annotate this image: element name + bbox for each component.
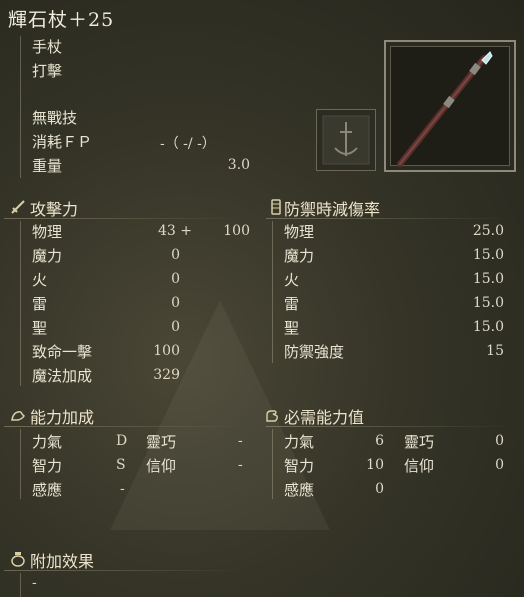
attack-label-physical: 物理 <box>32 223 63 241</box>
fp-cost-value: -（ -/ -） <box>160 136 216 152</box>
attack-label-lightning: 雷 <box>32 295 48 313</box>
guard-label-boost: 防禦強度 <box>284 343 345 361</box>
attack-divider <box>20 221 21 386</box>
skill-slot[interactable] <box>316 109 376 171</box>
guard-label-physical: 物理 <box>284 223 315 241</box>
attack-label-magic: 魔力 <box>32 247 63 265</box>
arm-icon <box>11 411 25 421</box>
scaling-label-arc: 感應 <box>32 481 63 499</box>
guard-value-magic: 15.0 <box>472 247 504 263</box>
scaling-label-int: 智力 <box>32 457 63 475</box>
guard-value-lightning: 15.0 <box>472 295 504 311</box>
weapon-name: 輝石杖＋25 <box>8 9 115 31</box>
scaling-value-int: S <box>116 457 126 473</box>
scaling-value-fai: - <box>238 457 243 473</box>
weapon-image-frame <box>384 40 516 172</box>
attack-value-fire: 0 <box>171 271 180 287</box>
req-value-fai: 0 <box>495 457 504 473</box>
guard-value-boost: 15 <box>486 343 504 359</box>
attack-value-physical: 43 + <box>158 223 192 239</box>
req-value-int: 10 <box>366 457 384 473</box>
weight-label: 重量 <box>32 157 63 175</box>
attack-value-critical: 100 <box>153 343 180 359</box>
effects-header: 附加效果 <box>30 552 95 571</box>
requirements-divider <box>272 429 273 499</box>
req-value-arc: 0 <box>375 481 384 497</box>
weapon-skill: 無戰技 <box>32 109 78 127</box>
req-label-dex: 靈巧 <box>404 433 435 451</box>
scaling-value-str: D <box>116 433 128 449</box>
guard-label-magic: 魔力 <box>284 247 315 265</box>
effects-value: - <box>32 575 37 591</box>
req-label-str: 力氣 <box>284 433 315 451</box>
scaling-header: 能力加成 <box>30 408 95 427</box>
hand-icon <box>266 410 278 422</box>
info-divider <box>20 36 21 178</box>
requirements-header: 必需能力值 <box>284 408 365 427</box>
attack-value-sorcery: 329 <box>153 367 180 383</box>
scaling-value-dex: - <box>238 433 243 449</box>
req-label-arc: 感應 <box>284 481 315 499</box>
guard-value-physical: 25.0 <box>472 223 504 239</box>
guard-header: 防禦時減傷率 <box>284 200 381 219</box>
guard-divider <box>272 221 273 363</box>
scaling-label-dex: 靈巧 <box>146 433 177 451</box>
sword-icon <box>11 200 25 214</box>
attack-header: 攻擊力 <box>30 200 79 219</box>
guard-label-holy: 聖 <box>284 319 300 337</box>
weight-value: 3.0 <box>227 157 250 173</box>
req-label-fai: 信仰 <box>404 457 435 475</box>
attack-label-holy: 聖 <box>32 319 48 337</box>
scaling-divider <box>20 429 21 499</box>
scaling-label-str: 力氣 <box>32 433 63 451</box>
attack-value-magic: 0 <box>171 247 180 263</box>
guard-value-holy: 15.0 <box>472 319 504 335</box>
attack-value-holy: 0 <box>171 319 180 335</box>
flask-icon <box>11 552 25 567</box>
attack-value-lightning: 0 <box>171 295 180 311</box>
attack-label-sorcery: 魔法加成 <box>32 367 93 385</box>
guard-value-fire: 15.0 <box>472 271 504 287</box>
guard-label-lightning: 雷 <box>284 295 300 313</box>
req-label-int: 智力 <box>284 457 315 475</box>
weapon-type: 手杖 <box>32 38 63 56</box>
sword-emblem-icon <box>322 115 370 165</box>
attack-bonus-physical: 100 <box>223 223 250 239</box>
effects-divider <box>20 573 21 597</box>
guard-label-fire: 火 <box>284 271 300 289</box>
attack-label-fire: 火 <box>32 271 48 289</box>
scaling-value-arc: - <box>120 481 125 497</box>
staff-icon <box>397 51 493 167</box>
attack-type: 打擊 <box>32 62 63 80</box>
scaling-label-fai: 信仰 <box>146 457 177 475</box>
fp-cost-label: 消耗ＦＰ <box>32 133 93 151</box>
attack-label-critical: 致命一擊 <box>32 343 93 361</box>
req-value-str: 6 <box>375 433 384 449</box>
shield-icon <box>271 199 281 215</box>
req-value-dex: 0 <box>495 433 504 449</box>
